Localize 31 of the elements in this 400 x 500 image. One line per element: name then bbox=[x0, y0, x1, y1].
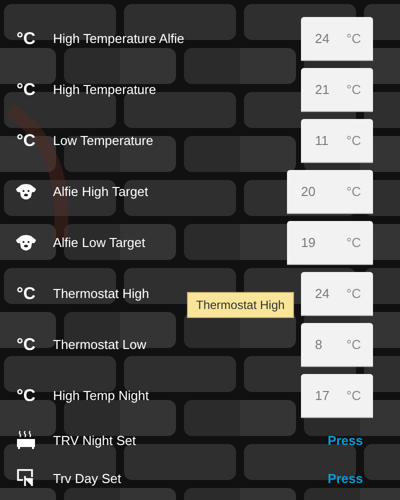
celsius-icon: °C bbox=[16, 28, 36, 48]
press-button[interactable]: Press bbox=[320, 466, 371, 490]
press-button[interactable]: Press bbox=[320, 428, 371, 452]
row-label: Alfie Low Target bbox=[53, 235, 146, 250]
row-label: High Temp Night bbox=[53, 388, 150, 403]
row-label: High Temperature bbox=[53, 82, 158, 97]
tooltip: Thermostat High bbox=[187, 292, 294, 318]
row-label: Trv Day Set bbox=[53, 470, 122, 486]
row-label: Low Temperature bbox=[53, 133, 154, 148]
number-field[interactable]: 17 °C bbox=[301, 374, 373, 418]
celsius-icon: °C bbox=[16, 130, 36, 150]
row-label: Alfie High Target bbox=[53, 184, 150, 199]
celsius-icon: °C bbox=[16, 334, 36, 354]
number-field[interactable]: 24 °C bbox=[301, 16, 373, 60]
row-label: High Temperature Alfie bbox=[53, 31, 186, 46]
row-label: Thermostat High bbox=[53, 286, 150, 301]
celsius-icon: °C bbox=[16, 386, 36, 406]
number-field[interactable]: 11 °C bbox=[301, 118, 373, 162]
number-field[interactable]: 20 °C bbox=[287, 170, 373, 214]
row-label: Thermostat Low bbox=[53, 337, 148, 352]
dog-icon bbox=[15, 234, 37, 252]
number-field[interactable]: 21 °C bbox=[301, 68, 373, 112]
number-field[interactable]: 8 °C bbox=[301, 322, 373, 366]
celsius-icon: °C bbox=[16, 284, 36, 304]
number-field[interactable]: 24 °C bbox=[301, 272, 373, 316]
number-field[interactable]: 19 °C bbox=[287, 220, 373, 264]
celsius-icon: °C bbox=[16, 80, 36, 100]
radiator-icon bbox=[16, 430, 36, 450]
row-label: TRV Night Set bbox=[53, 432, 137, 448]
dog-icon bbox=[15, 182, 37, 200]
tap-icon bbox=[16, 468, 36, 488]
